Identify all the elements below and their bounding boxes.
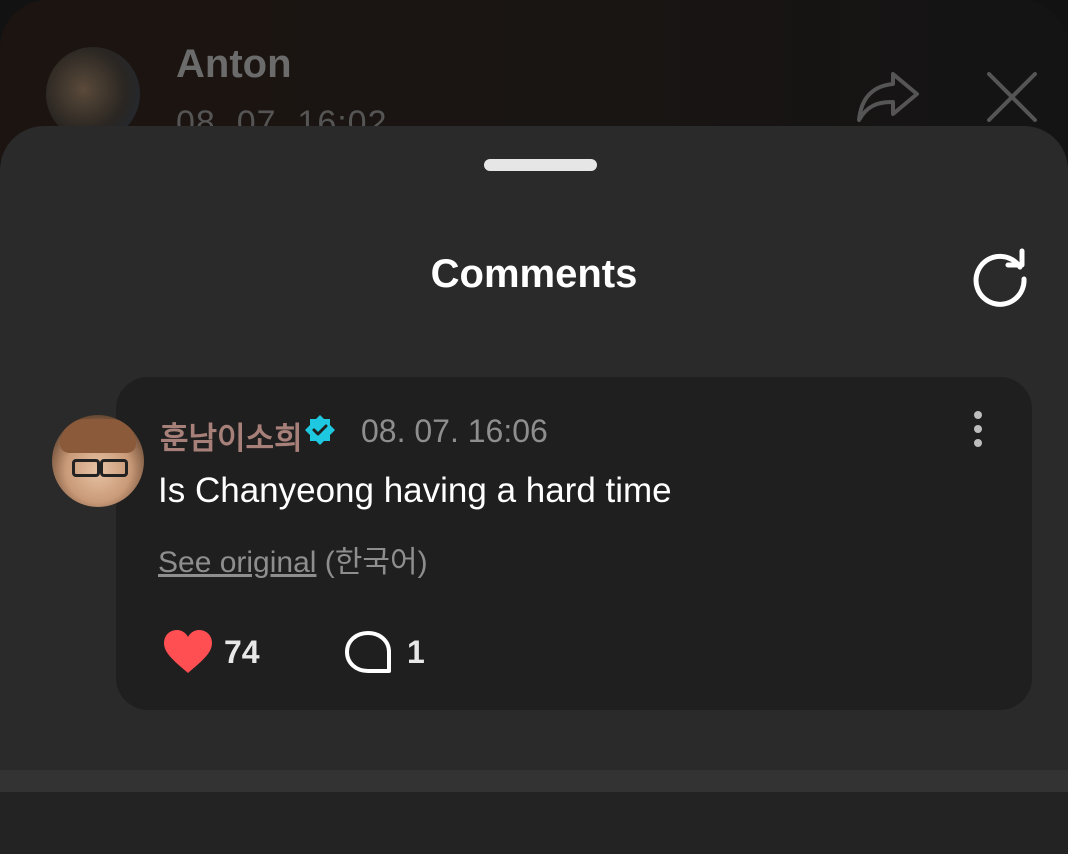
divider	[0, 770, 1068, 792]
comment-author-name[interactable]: 훈남이소희	[160, 413, 303, 458]
like-count: 74	[224, 634, 260, 670]
close-icon[interactable]	[985, 70, 1039, 129]
comment-card[interactable]: 훈남이소희 08. 07. 16:06 Is Chanyeong having …	[116, 377, 1032, 710]
reply-bubble-icon[interactable]	[344, 630, 392, 681]
see-original-link[interactable]: See original	[158, 546, 316, 579]
reply-count: 1	[407, 634, 425, 670]
comment-text: Is Chanyeong having a hard time	[158, 471, 672, 510]
original-language-label: (한국어)	[316, 546, 428, 579]
comment-input-area[interactable]	[0, 792, 1068, 854]
verified-badge-icon	[304, 414, 336, 451]
comment-timestamp: 08. 07. 16:06	[361, 413, 548, 449]
sheet-title: Comments	[430, 252, 638, 296]
sheet-drag-handle[interactable]	[484, 159, 597, 171]
share-icon[interactable]	[855, 68, 921, 129]
translation-note: See original (한국어)	[158, 537, 428, 581]
more-vertical-icon[interactable]	[966, 409, 990, 449]
comments-sheet: Comments 훈남이소희 08. 07. 16:06 Is Chanyeon…	[0, 126, 1068, 854]
refresh-icon[interactable]	[968, 245, 1032, 314]
post-author-name[interactable]: Anton	[176, 42, 292, 87]
comment-author-avatar[interactable]	[52, 415, 144, 507]
heart-icon[interactable]	[162, 629, 214, 680]
